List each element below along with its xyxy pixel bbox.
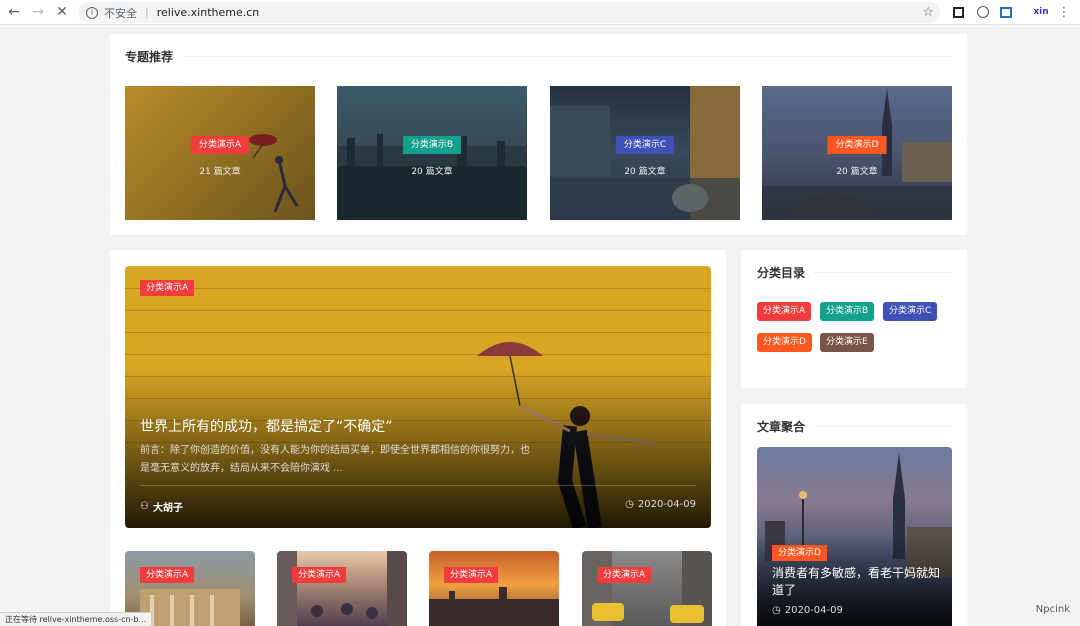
topic-count: 20 篇文章 [836, 167, 878, 177]
extension-square-icon[interactable] [950, 4, 966, 20]
topic-count: 21 篇文章 [199, 167, 241, 177]
post-thumb-3[interactable]: 分类演示A [429, 551, 559, 626]
featured-post[interactable]: 分类演示A 世界上所有的成功，都是搞定了“不确定” 前言：除了你创造的价值，没有… [125, 266, 711, 528]
bookmark-star-icon[interactable]: ☆ [922, 5, 934, 20]
url-text[interactable]: relive.xintheme.cn [157, 6, 260, 19]
topic-card-a[interactable]: 分类演示A 21 篇文章 [125, 86, 315, 220]
address-bar[interactable]: i 不安全 | relive.xintheme.cn ☆ [78, 2, 940, 23]
topics-title-divider [183, 56, 952, 57]
forward-icon[interactable]: → [26, 0, 50, 25]
date-text: 2020-04-09 [637, 499, 696, 510]
featured-category-badge[interactable]: 分类演示A [140, 280, 195, 296]
aggregate-divider [814, 426, 952, 427]
featured-excerpt: 前言：除了你创造的价值，没有人能为你的结局买单，即使全世界都相信的你很努力，也是… [140, 445, 530, 474]
topic-card-d[interactable]: 分类演示D 20 篇文章 [762, 86, 952, 220]
featured-date: ◷ 2020-04-09 [625, 499, 696, 510]
insecure-label: 不安全 [104, 6, 137, 20]
aggregate-category-badge[interactable]: 分类演示D [772, 545, 827, 561]
thumb-category-badge[interactable]: 分类演示A [597, 567, 652, 583]
info-icon[interactable]: i [86, 6, 98, 19]
browser-toolbar: ← → ✕ i 不安全 | relive.xintheme.cn ☆ xin ⋮ [0, 0, 1080, 25]
extension-screen-icon[interactable] [998, 4, 1014, 20]
thumb-category-badge[interactable]: 分类演示A [292, 567, 347, 583]
watermark: Npcink [1035, 604, 1070, 615]
categories-title: 分类目录 [757, 266, 806, 280]
category-tag-a[interactable]: 分类演示A [757, 302, 812, 321]
topic-badge: 分类演示D [827, 136, 887, 154]
featured-author[interactable]: ⚇ 大胡子 [140, 499, 183, 514]
menu-dots-icon[interactable]: ⋮ [1056, 4, 1072, 20]
topic-badge: 分类演示A [190, 136, 250, 154]
topic-card-b[interactable]: 分类演示B 20 篇文章 [337, 86, 527, 220]
category-tag-d[interactable]: 分类演示D [757, 333, 812, 352]
extension-xin-icon[interactable]: xin [1030, 4, 1052, 20]
author-name: 大胡子 [152, 503, 183, 514]
aggregate-title: 文章聚合 [757, 420, 806, 434]
back-icon[interactable]: ← [2, 0, 26, 25]
clock-icon: ◷ [772, 605, 781, 616]
aggregate-post-date: ◷ 2020-04-09 [772, 605, 843, 616]
clock-icon: ◷ [625, 499, 634, 510]
topic-count: 20 篇文章 [624, 167, 666, 177]
thumb-category-badge[interactable]: 分类演示A [444, 567, 499, 583]
user-icon: ⚇ [140, 501, 149, 512]
category-tag-c[interactable]: 分类演示C [883, 302, 938, 321]
browser-status-bar: 正在等待 relive-xintheme.oss-cn-b... [0, 612, 153, 626]
topic-badge: 分类演示B [402, 136, 462, 154]
aggregate-post-title[interactable]: 消费者有多敏感，看老干妈就知道了 [772, 565, 942, 599]
categories-divider [814, 272, 952, 273]
aggregate-post[interactable]: 分类演示D 消费者有多敏感，看老干妈就知道了 ◷ 2020-04-09 [757, 447, 952, 626]
topics-title: 专题推荐 [125, 50, 174, 64]
stop-icon[interactable]: ✕ [50, 0, 74, 25]
thumb-category-badge[interactable]: 分类演示A [140, 567, 195, 583]
post-thumb-2[interactable]: 分类演示A [277, 551, 407, 626]
post-thumb-4[interactable]: 分类演示A [582, 551, 712, 626]
topic-count: 20 篇文章 [411, 167, 453, 177]
category-tag-e[interactable]: 分类演示E [820, 333, 874, 352]
topic-badge: 分类演示C [615, 136, 675, 154]
extension-face-icon[interactable] [975, 4, 991, 20]
featured-title[interactable]: 世界上所有的成功，都是搞定了“不确定” [140, 416, 393, 436]
category-tag-b[interactable]: 分类演示B [820, 302, 875, 321]
topic-card-c[interactable]: 分类演示C 20 篇文章 [550, 86, 740, 220]
